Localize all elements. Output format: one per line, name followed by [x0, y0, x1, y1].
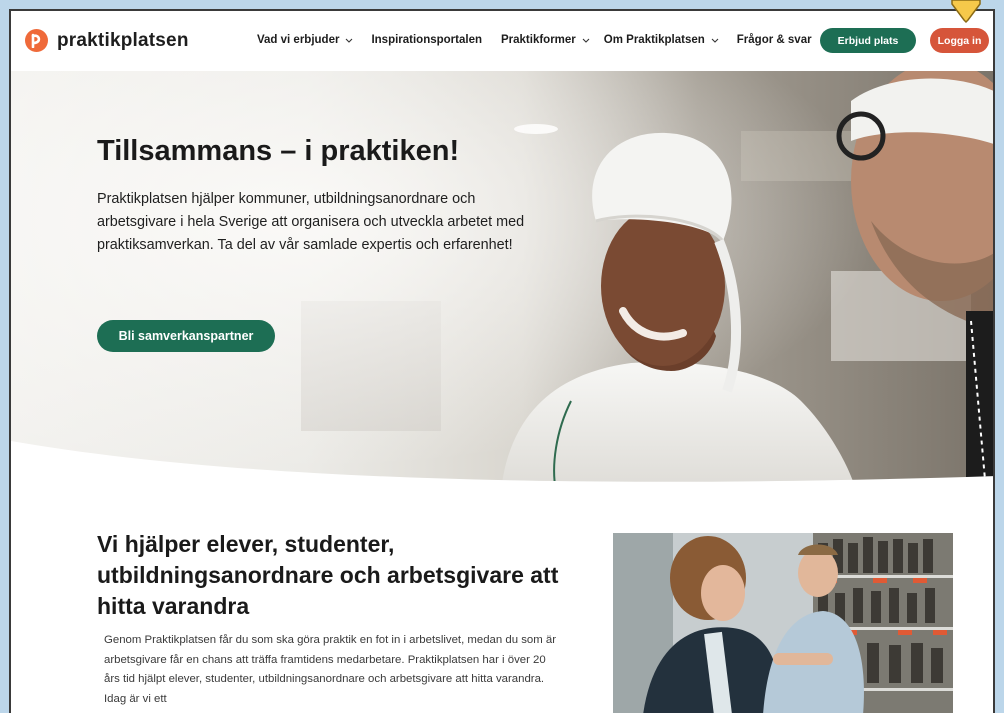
logo-text: praktikplatsen	[57, 29, 189, 51]
hero-image	[11, 71, 993, 491]
become-partner-button[interactable]: Bli samverkanspartner	[97, 320, 275, 352]
section-title: Vi hjälper elever, studenter, utbildning…	[97, 531, 559, 619]
nav-item-label: Om Praktikplatsen	[603, 34, 705, 46]
section-image	[613, 533, 953, 713]
nav-item-label: Inspirationsportalen	[371, 34, 482, 46]
logo-mark-icon	[25, 29, 48, 52]
offer-place-button[interactable]: Erbjud plats	[820, 28, 916, 53]
main-nav: Vad vi erbjuder Inspirationsportalen Pra…	[257, 34, 812, 46]
chevron-down-icon	[582, 38, 590, 43]
nav-item-vad-vi-erbjuder[interactable]: Vad vi erbjuder	[257, 34, 353, 46]
nav-item-inspirationsportalen[interactable]: Inspirationsportalen	[371, 34, 482, 46]
login-button[interactable]: Logga in	[930, 28, 989, 53]
nav-item-label: Frågor & svar	[736, 34, 812, 46]
chevron-down-icon	[711, 38, 719, 43]
nav-item-label: Praktikformer	[501, 34, 576, 46]
nav-item-label: Vad vi erbjuder	[257, 34, 340, 46]
browser-viewport: praktikplatsen Vad vi erbjuder Inspirati…	[9, 9, 995, 713]
site-header: praktikplatsen Vad vi erbjuder Inspirati…	[11, 11, 993, 71]
section-body-text: Genom Praktikplatsen får du som ska göra…	[104, 634, 557, 705]
cursor-pointer-icon	[951, 0, 981, 24]
chevron-down-icon	[345, 38, 353, 43]
hero-title: Tillsammans – i praktiken!	[97, 135, 460, 167]
nav-item-om-praktikplatsen[interactable]: Om Praktikplatsen	[604, 34, 719, 46]
nav-item-praktikformer[interactable]: Praktikformer	[501, 34, 590, 46]
site-logo[interactable]: praktikplatsen	[25, 29, 189, 52]
hero-banner: Tillsammans – i praktiken! Praktikplatse…	[11, 71, 993, 491]
nav-item-fragor-svar[interactable]: Frågor & svar	[737, 34, 812, 46]
hero-description: Praktikplatsen hjälper kommuner, utbildn…	[97, 191, 525, 253]
